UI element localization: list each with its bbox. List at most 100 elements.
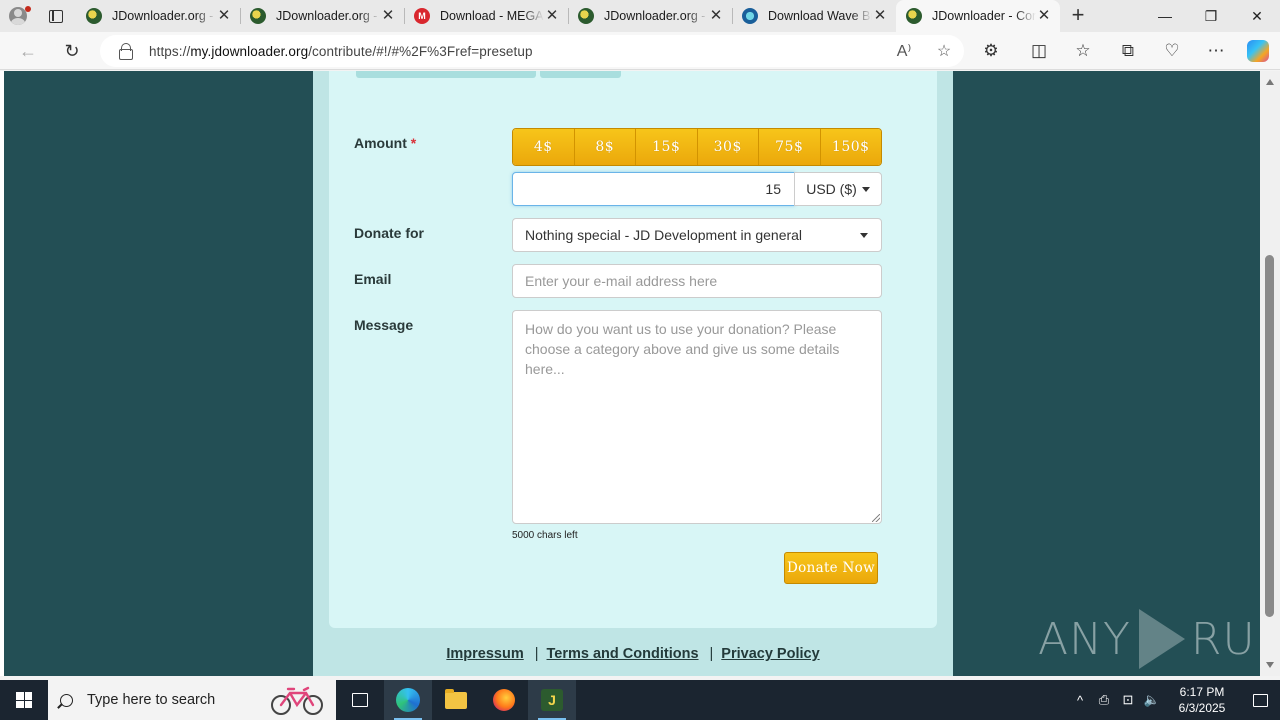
currency-dropdown[interactable]: USD ($) (794, 172, 882, 206)
donate-for-label: Donate for (354, 225, 424, 241)
split-screen-icon[interactable]: ◫ (1019, 35, 1059, 67)
new-tab-button[interactable]: + (1060, 0, 1096, 32)
taskbar-firefox[interactable] (480, 680, 528, 720)
clock-time: 6:17 PM (1179, 685, 1225, 699)
url-host: my.jdownloader.org (190, 43, 309, 59)
amount-preset-4[interactable]: 4$ (513, 129, 575, 165)
donate-now-button[interactable]: Donate Now (784, 552, 878, 584)
back-arrow-icon[interactable]: ← (8, 35, 48, 67)
previous-button-edge[interactable] (540, 71, 621, 78)
close-tab-icon[interactable]: ✕ (216, 8, 232, 24)
search-placeholder: Type here to search (87, 692, 216, 708)
caret-down-icon (861, 186, 870, 192)
copilot-icon (1247, 40, 1269, 62)
amount-input[interactable]: 15 (512, 172, 795, 206)
start-button[interactable] (0, 680, 48, 720)
reload-icon[interactable]: ↻ (52, 35, 92, 67)
browser-essentials-icon[interactable]: ♡ (1152, 35, 1192, 67)
address-bar[interactable]: https://my.jdownloader.org/contribute/#!… (100, 35, 964, 67)
amount-label: Amount * (354, 135, 416, 151)
footer-separator: | (534, 646, 539, 662)
page-viewport: Amount * 4$ 8$ 15$ 30$ 75$ 150$ 15 USD (… (0, 71, 1280, 676)
tab-actions-icon (49, 9, 63, 23)
edge-icon (396, 688, 420, 712)
collections-icon[interactable]: ⧉ (1108, 35, 1148, 67)
taskbar-jdownloader[interactable]: J (528, 680, 576, 720)
network-icon[interactable]: ⊡ (1116, 692, 1140, 708)
profile-button[interactable] (0, 0, 36, 32)
close-window-icon[interactable]: ✕ (1234, 0, 1280, 32)
email-field[interactable]: Enter your e-mail address here (512, 264, 882, 298)
windows-logo-icon (16, 692, 32, 708)
play-logo-icon (1138, 609, 1185, 669)
minimize-icon[interactable]: — (1142, 0, 1188, 32)
scroll-up-arrow-icon[interactable] (1266, 79, 1274, 85)
volume-icon[interactable]: 🔈 (1140, 692, 1164, 708)
usb-device-icon[interactable]: ⎙ (1092, 692, 1116, 708)
tab-jdownloader-contribute[interactable]: JDownloader - Cor ✕ (896, 0, 1060, 32)
chevron-up-icon[interactable]: ^ (1068, 693, 1092, 708)
close-tab-icon[interactable]: ✕ (380, 8, 396, 24)
previous-button-edge[interactable] (356, 71, 536, 78)
footer-separator: | (709, 646, 714, 662)
privacy-policy-link[interactable]: Privacy Policy (721, 646, 819, 662)
tab-actions-button[interactable] (36, 0, 76, 32)
clock-date: 6/3/2025 (1178, 701, 1226, 715)
tab-mega[interactable]: M Download - MEGA ✕ (404, 0, 568, 32)
browser-toolbar: ← ↻ https://my.jdownloader.org/contribut… (0, 32, 1280, 70)
amount-preset-75[interactable]: 75$ (759, 129, 821, 165)
jdownloader-icon (86, 8, 102, 24)
copilot-button[interactable] (1238, 35, 1278, 67)
mega-icon: M (414, 8, 430, 24)
vertical-scrollbar[interactable] (1260, 71, 1280, 676)
amount-preset-15[interactable]: 15$ (636, 129, 698, 165)
donate-for-value: Nothing special - JD Development in gene… (525, 227, 803, 243)
task-view-button[interactable] (336, 680, 384, 720)
amount-preset-8[interactable]: 8$ (574, 129, 636, 165)
amount-preset-group: 4$ 8$ 15$ 30$ 75$ 150$ (512, 128, 882, 166)
favorites-icon[interactable]: ☆ (1063, 35, 1103, 67)
taskbar-edge[interactable] (384, 680, 432, 720)
close-tab-icon[interactable]: ✕ (872, 8, 888, 24)
settings-more-icon[interactable]: ⋯ (1196, 35, 1236, 67)
amount-preset-30[interactable]: 30$ (697, 129, 759, 165)
task-view-icon (352, 693, 368, 707)
firefox-icon (493, 689, 515, 711)
bicycle-icon (271, 686, 323, 715)
donate-for-select[interactable]: Nothing special - JD Development in gene… (512, 218, 882, 252)
jdownloader-icon: J (541, 689, 563, 711)
extensions-icon[interactable]: ⚙ (971, 35, 1011, 67)
url-path: /contribute/#!/#%2F%3Fref=presetup (308, 43, 533, 59)
tab-jdownloader-2[interactable]: JDownloader.org - ✕ (240, 0, 404, 32)
scrollbar-thumb[interactable] (1265, 255, 1274, 617)
lock-icon[interactable] (119, 43, 133, 60)
jdownloader-icon (250, 8, 266, 24)
tab-title: Download - MEGA (440, 9, 544, 23)
close-tab-icon[interactable]: ✕ (708, 8, 724, 24)
favorite-star-icon[interactable]: ☆ (924, 41, 964, 61)
message-textarea[interactable]: How do you want us to use your donation?… (512, 310, 882, 524)
tab-wave-browser[interactable]: Download Wave Br ✕ (732, 0, 896, 32)
amount-preset-150[interactable]: 150$ (820, 129, 881, 165)
resize-handle-icon[interactable] (872, 514, 880, 522)
url-prefix: https:// (149, 43, 191, 59)
impressum-link[interactable]: Impressum (446, 646, 523, 662)
restore-icon[interactable]: ❐ (1188, 0, 1234, 32)
scroll-down-arrow-icon[interactable] (1266, 662, 1274, 668)
close-tab-icon[interactable]: ✕ (544, 8, 560, 24)
url-text[interactable]: https://my.jdownloader.org/contribute/#!… (149, 44, 884, 59)
tab-title: JDownloader.org - (276, 9, 378, 23)
amount-label-text: Amount (354, 135, 407, 151)
terms-link[interactable]: Terms and Conditions (547, 646, 699, 662)
taskbar-clock[interactable]: 6:17 PM 6/3/2025 (1164, 684, 1240, 716)
taskbar-file-explorer[interactable] (432, 680, 480, 720)
taskbar-search-box[interactable]: Type here to search (48, 680, 336, 720)
tab-jdownloader-3[interactable]: JDownloader.org - ✕ (568, 0, 732, 32)
read-aloud-icon[interactable]: A⁾ (884, 41, 924, 61)
close-tab-icon[interactable]: ✕ (1036, 8, 1052, 24)
window-controls: — ❐ ✕ (1142, 0, 1280, 32)
watermark-left-text: ANY (1038, 613, 1131, 665)
tab-jdownloader-1[interactable]: JDownloader.org - ✕ (76, 0, 240, 32)
notifications-button[interactable] (1240, 693, 1280, 707)
windows-taskbar: Type here to search J ^ ⎙ ⊡ 🔈 6:17 PM 6/… (0, 680, 1280, 720)
